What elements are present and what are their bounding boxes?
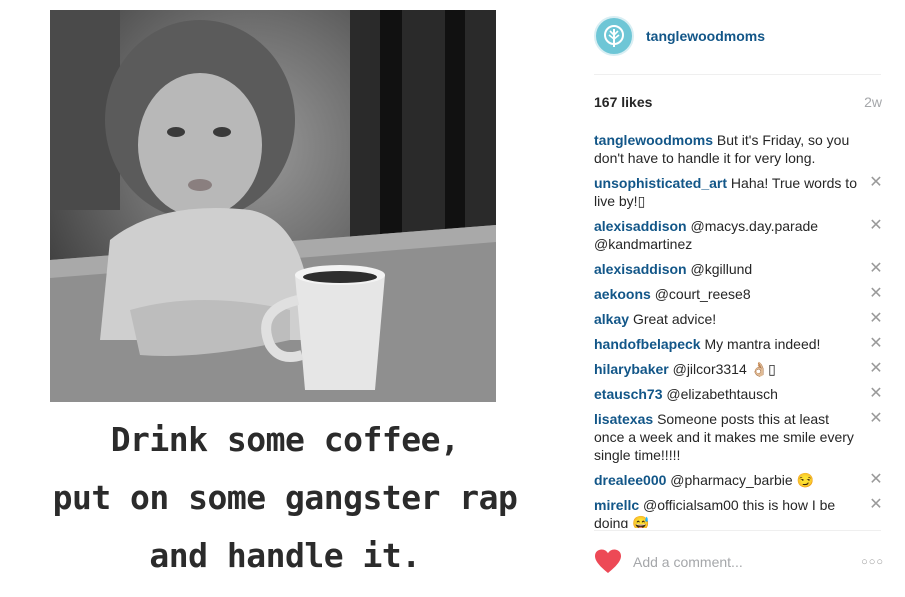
close-icon[interactable]: ✕ [868, 174, 884, 192]
comment-username[interactable]: alexisaddison [594, 218, 687, 234]
post-side-panel: tanglewoodmoms 167 likes 2w tanglewoodmo… [570, 0, 905, 597]
comment-text: Great advice! [632, 311, 717, 327]
comment-username[interactable]: etausch73 [594, 386, 662, 402]
tree-icon [604, 25, 624, 47]
comments-list[interactable]: tanglewoodmoms But it's Friday, so you d… [594, 131, 886, 528]
header-divider [594, 74, 881, 75]
comment-item: etausch73 @elizabethtausch ✕ [594, 385, 886, 403]
avatar[interactable] [594, 16, 634, 56]
image-caption-line-3: and handle it. [149, 536, 421, 575]
comment-username[interactable]: drealee000 [594, 472, 666, 488]
close-icon[interactable]: ✕ [868, 285, 884, 303]
post-photo [50, 10, 496, 402]
image-caption-line-1: Drink some coffee, [110, 420, 460, 459]
comment-text: @jilcor3314 👌🏼▯ [672, 361, 776, 377]
post-age[interactable]: 2w [864, 94, 882, 110]
add-comment-input[interactable]: Add a comment... [633, 550, 858, 574]
comment-username[interactable]: alkay [594, 311, 629, 327]
comment-username[interactable]: aekoons [594, 286, 651, 302]
close-icon[interactable]: ✕ [868, 385, 884, 403]
close-icon[interactable]: ✕ [868, 335, 884, 353]
close-icon[interactable]: ✕ [868, 496, 884, 514]
heart-icon[interactable] [594, 548, 622, 576]
image-caption-line-2: put on some gangster rap [52, 478, 518, 517]
comment-text: @kgillund [690, 261, 753, 277]
more-options-icon[interactable]: ○○○ [858, 556, 884, 568]
comment-username[interactable]: lisatexas [594, 411, 653, 427]
comment-item: lisatexas Someone posts this at least on… [594, 410, 886, 464]
comment-item: alkay Great advice! ✕ [594, 310, 886, 328]
comment-text: @elizabethtausch [666, 386, 778, 402]
author-username[interactable]: tanglewoodmoms [646, 28, 765, 44]
comment-item: handofbelapeck My mantra indeed! ✕ [594, 335, 886, 353]
comment-item: alexisaddison @macys.day.parade @kandmar… [594, 217, 886, 253]
comment-username[interactable]: mirellc [594, 497, 639, 513]
close-icon[interactable]: ✕ [868, 217, 884, 235]
post-header: tanglewoodmoms [594, 14, 882, 58]
close-icon[interactable]: ✕ [868, 310, 884, 328]
close-icon[interactable]: ✕ [868, 410, 884, 428]
close-icon[interactable]: ✕ [868, 360, 884, 378]
footer-divider [594, 530, 881, 531]
comment-username[interactable]: handofbelapeck [594, 336, 701, 352]
comment-item: tanglewoodmoms But it's Friday, so you d… [594, 131, 886, 167]
post-footer: Add a comment... ○○○ [594, 546, 884, 578]
comment-username[interactable]: unsophisticated_art [594, 175, 727, 191]
comment-username[interactable]: tanglewoodmoms [594, 132, 713, 148]
comment-item: drealee000 @pharmacy_barbie 😏 ✕ [594, 471, 886, 489]
comment-item: alexisaddison @kgillund ✕ [594, 260, 886, 278]
comment-text: @court_reese8 [654, 286, 751, 302]
comment-item: hilarybaker @jilcor3314 👌🏼▯ ✕ [594, 360, 886, 378]
comment-username[interactable]: hilarybaker [594, 361, 669, 377]
post-stats: 167 likes 2w [594, 94, 882, 110]
close-icon[interactable]: ✕ [868, 260, 884, 278]
comment-text: @pharmacy_barbie 😏 [670, 472, 815, 488]
post-image: Drink some coffee, put on some gangster … [0, 0, 570, 597]
comment-item: unsophisticated_art Haha! True words to … [594, 174, 886, 210]
comment-item: mirellc @officialsam00 this is how I be … [594, 496, 886, 528]
comment-text: My mantra indeed! [704, 336, 821, 352]
close-icon[interactable]: ✕ [868, 471, 884, 489]
comment-username[interactable]: alexisaddison [594, 261, 687, 277]
comment-item: aekoons @court_reese8 ✕ [594, 285, 886, 303]
likes-count[interactable]: 167 likes [594, 94, 652, 110]
